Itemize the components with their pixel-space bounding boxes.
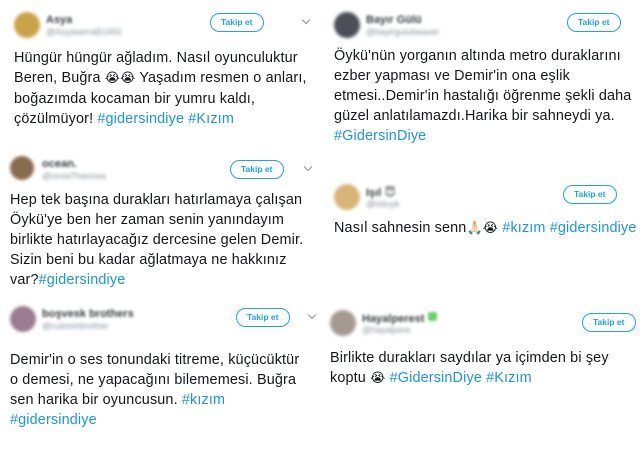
user-handle[interactable]: @AsyaserraB1993 [46,27,122,37]
tweet-text: Birlikte durakları saydılar ya içimden b… [330,348,638,389]
crying-face-icon: 😭😭 [104,71,136,86]
tweet-card: Asya @AsyaserraB1993 Takip et Hüngür hün… [14,12,319,129]
user-handle[interactable]: @cuboshbrother [42,321,109,331]
tweet-card: Işıl 😇 @isiluyk Takip et Nasıl sahnesin … [334,184,639,239]
tweet-header: Asya @AsyaserraB1993 Takip et [14,12,319,42]
tweet-card: boşvesk brothers @cuboshbrother Takip et… [10,306,315,430]
tweet-header: ocean. @oceaTheocea Takip et [10,156,315,186]
crying-face-icon: 😭 [370,371,386,386]
follow-button[interactable]: Takip et [567,13,621,32]
tweet-text: Öykü'nün yorganın altında metro duraklar… [334,46,634,146]
hashtag-link[interactable]: #GidersinDiye [334,128,426,144]
hashtag-link[interactable]: #GidersinDiye #Kızım [390,370,532,386]
display-name[interactable]: Bayır Gülü [366,14,422,26]
avatar[interactable] [14,12,40,38]
tweet-card: Hayalperest @hayalpere Takip et Birlikte… [330,310,638,389]
hashtag-link[interactable]: #gidersindiye [39,272,126,288]
follow-button[interactable]: Takip et [563,185,617,204]
display-name-text: Hayalperest [362,313,425,325]
tweet-text-part: Nasıl sahnesin senn [334,220,467,236]
tweet-text: Nasıl sahnesin senn🙏🏻😭 #kızım #gidersind… [334,218,639,239]
chevron-down-icon[interactable] [300,15,312,27]
display-name[interactable]: boşvesk brothers [42,308,134,320]
tweet-text: Hüngür hüngür ağladım. Nasıl oyunculuktu… [14,48,319,129]
tweet-card: ocean. @oceaTheocea Takip et Hep tek baş… [10,156,315,290]
follow-button[interactable]: Takip et [210,13,264,32]
user-handle[interactable]: @hayalpere [362,325,411,335]
tweet-card: Bayır Gülü @bayirgulubeaver Takip et Öyk… [334,12,639,146]
tweet-header: Bayır Gülü @bayirgulubeaver Takip et [334,12,639,42]
avatar[interactable] [334,184,360,210]
follow-button[interactable]: Takip et [582,313,636,332]
avatar[interactable] [10,306,36,332]
avatar[interactable] [330,310,356,336]
follow-button[interactable]: Takip et [236,308,290,327]
tweet-text-part: Öykü'nün yorganın altında metro duraklar… [334,48,632,124]
display-name[interactable]: Işıl 😇 [366,186,396,199]
praying-crying-icon: 🙏🏻😭 [466,221,499,236]
tweet-header: boşvesk brothers @cuboshbrother Takip et [10,306,315,336]
display-name[interactable]: Hayalperest [362,312,438,325]
avatar[interactable] [334,12,360,38]
user-handle[interactable]: @oceaTheocea [42,171,106,181]
display-name[interactable]: Asya [46,14,72,26]
hashtag-link[interactable]: #gidersindiye #Kızım [97,111,234,127]
tweet-text: Hep tek başına durakları hatırlamaya çal… [10,190,310,290]
avatar[interactable] [10,156,34,180]
follow-button[interactable]: Takip et [230,160,284,179]
tweet-text: Demir'in o ses tonundaki titreme, küçücü… [10,350,300,430]
chevron-down-icon[interactable] [306,310,318,322]
tweet-header: Hayalperest @hayalpere Takip et [330,310,636,340]
tweet-text-part: Demir'in o ses tonundaki titreme, küçücü… [10,352,300,408]
display-name[interactable]: ocean. [42,158,77,170]
chevron-down-icon[interactable] [302,162,314,174]
green-badge-icon [428,312,438,321]
tweet-header: Işıl 😇 @isiluyk Takip et [334,184,639,214]
user-handle[interactable]: @bayirgulubeaver [366,27,439,37]
user-handle[interactable]: @isiluyk [366,199,400,209]
hashtag-link[interactable]: #kızım #gidersindiye [502,220,636,236]
